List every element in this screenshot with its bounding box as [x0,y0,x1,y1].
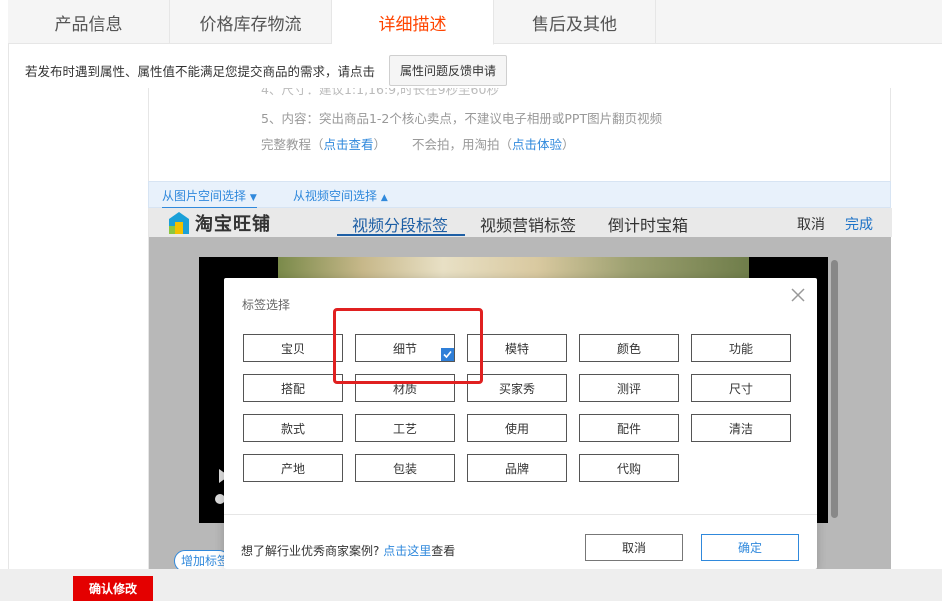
editor-header: 淘宝旺铺 视频分段标签 视频营销标签 倒计时宝箱 取消 完成 [149,208,892,237]
tab-product-info[interactable]: 产品信息 [8,0,170,44]
case-study-link[interactable]: 点击这里 [383,544,431,558]
image-space-select[interactable]: 从图片空间选择 ▼ [162,187,257,209]
image-space-label: 从图片空间选择 [162,189,247,203]
tag-label: 搭配 [280,381,305,396]
tag-label: 宝贝 [280,341,305,356]
tag-label: 品牌 [504,461,529,476]
tab-countdown-box[interactable]: 倒计时宝箱 [608,212,688,236]
tag-option[interactable]: 搭配 [243,374,343,402]
footer-prefix: 想了解行业优秀商家案例? [241,544,384,558]
video-frame [278,257,749,279]
tab-after-sales[interactable]: 售后及其他 [494,0,656,44]
tag-label: 尺寸 [728,381,753,396]
tab-video-segment-tags[interactable]: 视频分段标签 [352,212,448,236]
tag-option[interactable]: 品牌 [467,454,567,482]
editor-scrollbar[interactable] [831,260,838,518]
tutorial-suffix: ） [373,137,387,152]
tag-option[interactable]: 配件 [579,414,679,442]
tag-option[interactable]: 代购 [579,454,679,482]
caret-up-icon: ▲ [380,193,388,203]
tag-label: 包装 [392,461,417,476]
confirm-modify-button[interactable]: 确认修改 [73,576,153,601]
taopai-link[interactable]: 点击体验 [512,137,562,152]
caret-down-icon: ▼ [249,193,257,203]
dialog-cancel-button[interactable]: 取消 [585,534,683,561]
tag-select-dialog: 标签选择 宝贝 细节 模特 颜色 功能 搭配 材质 买家秀 测评 尺寸 款式 工… [224,278,817,569]
video-tips: 4、尺寸：建议1:1,16:9,时长在9秒至60秒 5、内容：突出商品1-2个核… [148,88,891,182]
close-icon[interactable] [790,287,806,303]
tag-label: 工艺 [392,421,417,436]
video-space-label: 从视频空间选择 [293,189,378,203]
tag-option[interactable]: 包装 [355,454,455,482]
tag-option[interactable]: 宝贝 [243,334,343,362]
tag-label: 产地 [280,461,305,476]
tab-price-stock-logistics[interactable]: 价格库存物流 [170,0,332,44]
tag-label: 配件 [616,421,641,436]
tip-tutorial: 完整教程（点击查看） 不会拍，用淘拍（点击体验） [261,134,575,153]
main-tabs: 产品信息 价格库存物流 详细描述 售后及其他 [8,0,942,45]
tag-option[interactable]: 工艺 [355,414,455,442]
highlight-annotation [333,308,483,384]
tag-option[interactable]: 尺寸 [691,374,791,402]
logo-text: 淘宝旺铺 [195,214,271,235]
footer-suffix: 查看 [431,544,456,558]
tag-option[interactable]: 清洁 [691,414,791,442]
tag-label: 功能 [728,341,753,356]
tip-line-4-cut: 4、尺寸：建议1:1,16:9,时长在9秒至60秒 [261,88,681,98]
tag-label: 代购 [616,461,641,476]
active-tab-underline [337,234,465,236]
dialog-divider [224,514,817,515]
tag-label: 颜色 [616,341,641,356]
video-space-select[interactable]: 从视频空间选择 ▲ [293,187,388,204]
tag-label: 清洁 [728,421,753,436]
taobao-wangpu-logo: 淘宝旺铺 [169,210,271,236]
tutorial-link[interactable]: 点击查看 [324,137,374,152]
attribute-notice: 若发布时遇到属性、属性值不能满足您提交商品的需求，请点击 [25,64,376,79]
tab-video-marketing-tags[interactable]: 视频营销标签 [480,212,576,236]
tag-option[interactable]: 产地 [243,454,343,482]
tag-option[interactable]: 测评 [579,374,679,402]
tip-line-4: 4、尺寸：建议1:1,16:9,时长在9秒至60秒 [261,88,499,97]
attribute-feedback-button[interactable]: 属性问题反馈申请 [389,55,507,86]
tab-detail-description[interactable]: 详细描述 [332,0,494,45]
editor-done-button[interactable]: 完成 [845,214,873,234]
tag-label: 模特 [504,341,529,356]
tag-label: 买家秀 [498,381,535,396]
tag-option[interactable]: 颜色 [579,334,679,362]
dialog-footer-text: 想了解行业优秀商家案例? 点击这里查看 [241,542,455,559]
taobao-logo-icon [169,212,189,234]
tag-label: 使用 [504,421,529,436]
taopai-suffix: ） [562,137,575,152]
dialog-confirm-button[interactable]: 确定 [701,534,799,561]
media-space-bar: 从图片空间选择 ▼ 从视频空间选择 ▲ [148,181,891,209]
tag-option[interactable]: 款式 [243,414,343,442]
tag-label: 款式 [280,421,305,436]
tag-option[interactable]: 使用 [467,414,567,442]
taopai-prefix: 不会拍，用淘拍（ [412,137,513,152]
tip-line-5: 5、内容：突出商品1-2个核心卖点，不建议电子相册或PPT图片翻页视频 [261,111,663,126]
page-border [8,44,9,569]
editor-cancel-button[interactable]: 取消 [797,214,825,234]
tag-option[interactable]: 功能 [691,334,791,362]
tag-label: 测评 [616,381,641,396]
dialog-title: 标签选择 [242,298,291,312]
tutorial-prefix: 完整教程（ [261,137,324,152]
